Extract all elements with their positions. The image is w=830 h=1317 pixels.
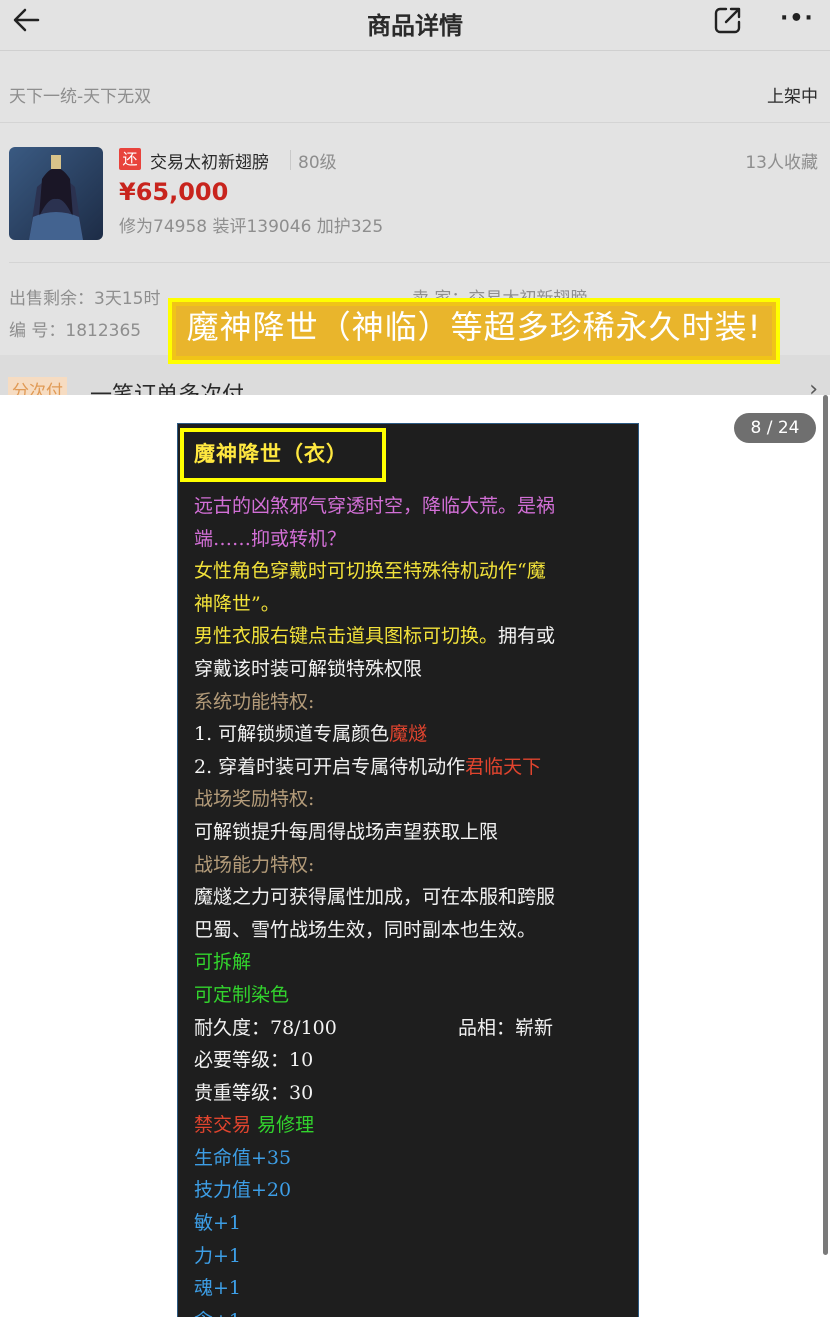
server-row: 天下一统-天下无双 上架中	[0, 60, 830, 123]
privilege-text: 1. 可解锁频道专属颜色	[194, 723, 390, 746]
favorites-count[interactable]: 13人收藏	[745, 148, 818, 173]
easy-repair-flag: 易修理	[257, 1114, 315, 1137]
value-level-line: 贵重等级：30	[194, 1081, 314, 1104]
time-remaining: 出售剩余：3天15时	[9, 289, 161, 309]
image-counter: 8 / 24	[734, 413, 816, 443]
page-title: 商品详情	[367, 12, 463, 40]
character-level: 80级	[298, 153, 337, 173]
privilege-line: 2. 穿着时装可开启专属待机动作君临天下	[194, 751, 634, 784]
share-icon[interactable]	[712, 4, 744, 36]
section-header: 系统功能特权:	[194, 690, 315, 713]
stat-line: 念+1	[194, 1305, 634, 1317]
privilege-text: 2. 穿着时装可开启专属待机动作	[194, 755, 466, 778]
lore-line: 远古的凶煞邪气穿透时空，降临大荒。是祸	[194, 495, 556, 517]
listing-backdrop: 商品详情 ·•· 天下一统-天下无双 上架中 还 交易太初新翅膀 80级 13人	[0, 0, 830, 395]
stat-line: 敏+1	[194, 1212, 242, 1235]
reward-line: 可解锁提升每周得战场声望获取上限	[194, 820, 499, 843]
top-nav-bar: 商品详情 ·•·	[0, 0, 830, 51]
durability-line: 耐久度：78/100 品相：崭新	[194, 1012, 634, 1045]
character-name: 交易太初新翅膀	[150, 153, 269, 173]
item-title: 魔神降世（衣）	[194, 441, 348, 466]
price: ¥65,000	[119, 178, 229, 206]
character-avatar[interactable]	[9, 147, 103, 240]
required-level-line: 必要等级：10	[194, 1049, 314, 1072]
privilege-line: 1. 可解锁频道专属颜色魔燧	[194, 718, 634, 751]
chevron-right-icon: ›	[809, 377, 818, 395]
no-trade-flag: 禁交易	[194, 1114, 252, 1137]
female-note-line: 神降世”。	[194, 592, 280, 615]
privilege-highlight: 君临天下	[465, 755, 542, 778]
more-options-icon[interactable]: ·•·	[780, 6, 814, 31]
listing-status: 上架中	[767, 87, 818, 107]
character-stats: 修为74958 装评139046 加护325	[119, 217, 384, 237]
server-name: 天下一统-天下无双	[9, 87, 152, 107]
stat-line: 生命值+35	[194, 1146, 292, 1169]
male-note-text: 男性衣服右键点击道具图标可切换。	[194, 625, 499, 648]
scrollbar[interactable]	[823, 395, 828, 1255]
dye-line: 可定制染色	[194, 983, 290, 1006]
installment-tag: 分次付	[8, 377, 67, 395]
male-note-line: 男性衣服右键点击道具图标可切换。拥有或	[194, 620, 634, 653]
section-header: 战场奖励特权:	[194, 788, 315, 811]
dismantle-line: 可拆解	[194, 951, 252, 974]
divider	[9, 262, 830, 263]
quality-text: 品相：崭新	[458, 1016, 554, 1039]
unlock-note-text: 拥有或	[498, 625, 556, 648]
female-note-line: 女性角色穿戴时可切换至特殊待机动作“魔	[194, 560, 546, 583]
stat-line: 技力值+20	[194, 1179, 292, 1202]
divider	[290, 150, 291, 170]
ability-line: 魔燧之力可获得属性加成，可在本服和跨服	[194, 886, 556, 909]
lore-line: 端……抑或转机？	[194, 527, 347, 550]
durability-text: 耐久度：78/100	[194, 1016, 337, 1039]
serial-number: 编 号：1812365	[9, 321, 142, 341]
item-tooltip-image: 魔神降世（衣） 远古的凶煞邪气穿透时空，降临大荒。是祸 端……抑或转机？ 女性角…	[177, 423, 639, 1317]
stat-line: 力+1	[194, 1244, 242, 1267]
stat-line: 魂+1	[194, 1277, 242, 1300]
installment-text: 一笔订单多次付	[90, 377, 244, 395]
unlock-note-line: 穿戴该时装可解锁特殊权限	[194, 657, 423, 680]
item-description: 远古的凶煞邪气穿透时空，降临大荒。是祸 端……抑或转机？ 女性角色穿戴时可切换至…	[194, 490, 634, 1317]
ability-line: 巴蜀、雪竹战场生效，同时副本也生效。	[194, 918, 537, 941]
privilege-highlight: 魔燧	[389, 723, 428, 746]
trade-flags-line: 禁交易 易修理	[194, 1109, 634, 1142]
return-badge: 还	[119, 148, 141, 170]
promo-text: 魔神降世（神临）等超多珍稀永久时装!	[186, 308, 762, 346]
promo-banner: 魔神降世（神临）等超多珍稀永久时装!	[168, 298, 780, 364]
section-header: 战场能力特权:	[194, 853, 315, 876]
